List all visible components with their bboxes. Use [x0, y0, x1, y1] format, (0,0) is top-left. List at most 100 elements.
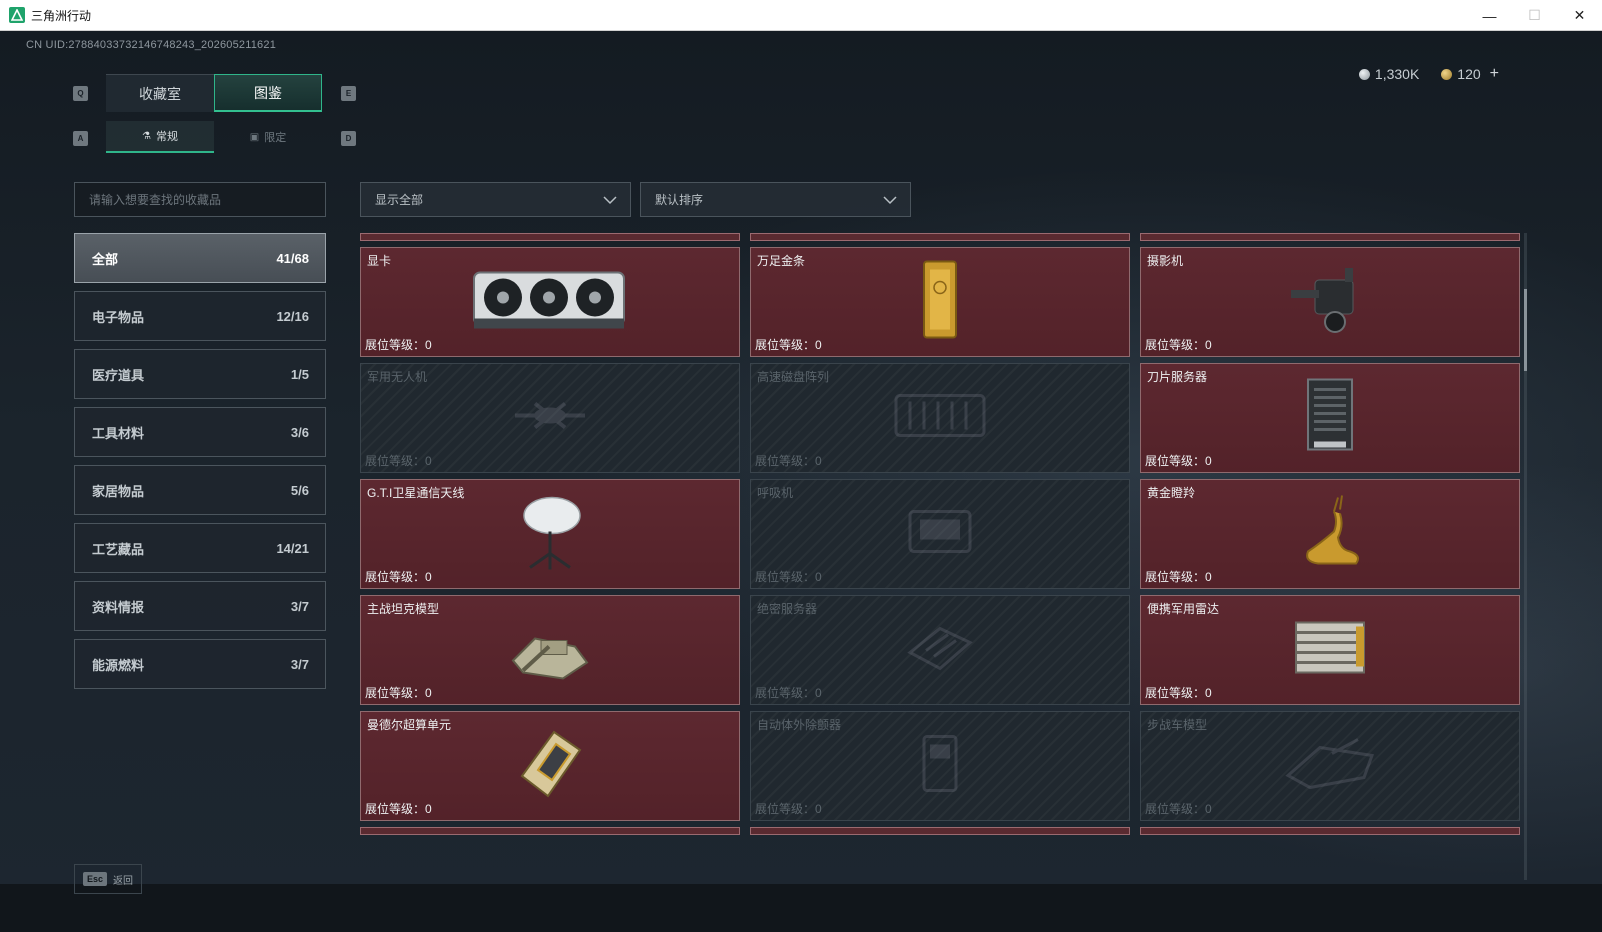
item-name: 主战坦克模型: [367, 602, 440, 616]
category-count: 14/21: [276, 540, 309, 556]
gold-bar-icon: [920, 260, 960, 345]
server-icon: [1300, 376, 1360, 461]
gold-amount: 120: [1457, 66, 1481, 82]
category-energy[interactable]: 能源燃料 3/7: [74, 639, 326, 689]
tank-icon: [505, 613, 595, 688]
subtab-limited-label: 限定: [264, 132, 287, 144]
category-label: 电子物品: [92, 309, 145, 325]
item-card[interactable]: 军用无人机 展位等级：0: [360, 363, 740, 473]
cpu-chip-icon: [510, 726, 590, 806]
category-intel[interactable]: 资料情报 3/7: [74, 581, 326, 631]
satellite-dish-icon: [510, 492, 590, 577]
golden-gazelle-icon: [1290, 492, 1370, 577]
gold-coin-icon: [1441, 68, 1453, 80]
item-level: 展位等级：0: [1145, 454, 1212, 468]
category-tools[interactable]: 工具材料 3/6: [74, 407, 326, 457]
item-card[interactable]: 高速磁盘阵列 展位等级：0: [750, 363, 1130, 473]
ifv-icon: [1280, 734, 1380, 799]
item-level: 展位等级：0: [365, 338, 432, 352]
item-card[interactable]: 刀片服务器 展位等级：0: [1140, 363, 1520, 473]
item-grid: 显卡 展位等级：0 万足金条 展位等级：0 摄影机 展位等级：0 军用无人机 展…: [360, 233, 1520, 880]
tab-collection-room[interactable]: 收藏室: [106, 74, 214, 112]
back-label: 返回: [113, 875, 134, 887]
chevron-down-icon: [603, 195, 617, 204]
item-card[interactable]: 主战坦克模型 展位等级：0: [360, 595, 740, 705]
window-titlebar: 三角洲行动 — ☐ ✕: [0, 0, 1602, 31]
subtab-regular-label: 常规: [155, 131, 178, 143]
category-count: 1/5: [290, 366, 309, 382]
tab-right-key-hint: E: [341, 86, 356, 101]
esc-key-icon: Esc: [83, 872, 108, 886]
grid-scrollbar[interactable]: [1524, 233, 1527, 880]
item-level: 展位等级：0: [755, 338, 822, 352]
category-label: 工艺藏品: [92, 541, 145, 557]
item-card[interactable]: 摄影机 展位等级：0: [1140, 247, 1520, 357]
radar-icon: [1290, 613, 1370, 688]
category-all[interactable]: 全部 41/68: [74, 233, 326, 283]
item-level: 展位等级：0: [365, 454, 432, 468]
item-name: 步战车模型: [1147, 718, 1208, 732]
display-filter-value: 显示全部: [375, 193, 424, 207]
graphics-card-icon: [470, 265, 630, 340]
item-card[interactable]: 自动体外除颤器 展位等级：0: [750, 711, 1130, 821]
item-card[interactable]: 黄金瞪羚 展位等级：0: [1140, 479, 1520, 589]
currency-panel: 1,330K 120 +: [1358, 65, 1499, 83]
item-level: 展位等级：0: [1145, 338, 1212, 352]
item-card[interactable]: G.T.I卫星通信天线 展位等级：0: [360, 479, 740, 589]
secret-server-icon: [900, 613, 980, 688]
category-label: 工具材料: [92, 425, 145, 441]
maximize-button[interactable]: ☐: [1512, 0, 1557, 31]
subtab-left-key-hint: A: [73, 131, 88, 146]
category-count: 12/16: [276, 308, 309, 324]
category-electronics[interactable]: 电子物品 12/16: [74, 291, 326, 341]
item-card[interactable]: 步战车模型 展位等级：0: [1140, 711, 1520, 821]
category-medical[interactable]: 医疗道具 1/5: [74, 349, 326, 399]
tab-codex[interactable]: 图鉴: [214, 74, 322, 112]
item-name: 呼吸机: [757, 486, 794, 500]
item-card[interactable]: 绝密服务器 展位等级：0: [750, 595, 1130, 705]
item-card[interactable]: 显卡 展位等级：0: [360, 247, 740, 357]
sort-dropdown[interactable]: 默认排序: [640, 182, 911, 217]
category-count: 41/68: [276, 250, 309, 266]
close-button[interactable]: ✕: [1557, 0, 1602, 31]
category-household[interactable]: 家居物品 5/6: [74, 465, 326, 515]
item-level: 展位等级：0: [1145, 802, 1212, 816]
item-card[interactable]: 曼德尔超算单元 展位等级：0: [360, 711, 740, 821]
item-card[interactable]: 呼吸机 展位等级：0: [750, 479, 1130, 589]
item-card[interactable]: 便携军用雷达 展位等级：0: [1140, 595, 1520, 705]
grid-row-partial-bottom: [360, 827, 1520, 835]
item-name: G.T.I卫星通信天线: [367, 486, 465, 500]
app-logo-icon: [9, 7, 25, 23]
minimize-button[interactable]: —: [1467, 0, 1512, 31]
image-icon: ▣: [249, 131, 260, 143]
item-name: 便携军用雷达: [1147, 602, 1220, 616]
item-name: 摄影机: [1147, 254, 1184, 268]
camera-icon: [1285, 262, 1375, 342]
item-name: 显卡: [367, 254, 392, 268]
category-label: 医疗道具: [92, 367, 145, 383]
item-card[interactable]: 万足金条 展位等级：0: [750, 247, 1130, 357]
item-level: 展位等级：0: [755, 686, 822, 700]
item-level: 展位等级：0: [755, 570, 822, 584]
flask-icon: ⚗: [142, 130, 151, 142]
add-currency-button[interactable]: +: [1490, 65, 1499, 83]
item-level: 展位等级：0: [755, 454, 822, 468]
category-count: 5/6: [290, 482, 309, 498]
grid-row-partial-top: [360, 233, 1520, 241]
silver-currency: 1,330K: [1358, 66, 1419, 82]
scrollbar-thumb[interactable]: [1524, 289, 1527, 371]
subtab-limited[interactable]: ▣ 限定: [214, 121, 322, 153]
back-button[interactable]: Esc 返回: [74, 864, 142, 894]
display-filter-dropdown[interactable]: 显示全部: [360, 182, 631, 217]
tab-left-key-hint: Q: [73, 86, 88, 101]
category-crafts[interactable]: 工艺藏品 14/21: [74, 523, 326, 573]
item-name: 军用无人机: [367, 370, 428, 384]
search-input[interactable]: 请输入想要查找的收藏品: [74, 182, 326, 217]
item-name: 万足金条: [757, 254, 806, 268]
category-count: 3/7: [290, 656, 309, 672]
bottom-bar: [0, 884, 1602, 932]
chevron-down-icon: [883, 195, 897, 204]
item-name: 绝密服务器: [757, 602, 818, 616]
subtab-regular[interactable]: ⚗ 常规: [106, 121, 214, 153]
window-title: 三角洲行动: [31, 8, 92, 23]
